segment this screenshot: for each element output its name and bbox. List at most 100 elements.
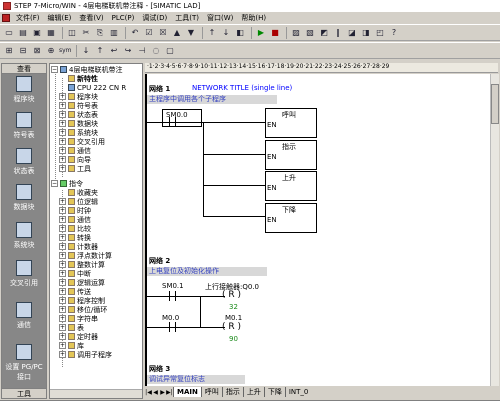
- tab-last-icon[interactable]: ▶|: [166, 389, 173, 396]
- contact-sm0-1-address[interactable]: SM0.1: [162, 282, 184, 290]
- menu-window[interactable]: 窗口(W): [203, 13, 237, 23]
- expand-icon[interactable]: +: [59, 288, 66, 295]
- open-file-icon[interactable]: ▤: [17, 27, 29, 39]
- line-down-icon[interactable]: ↓: [80, 45, 92, 57]
- expand-icon[interactable]: +: [59, 198, 66, 205]
- fbd-view-icon[interactable]: ⊠: [31, 45, 43, 57]
- menu-plc[interactable]: PLC(P): [108, 14, 139, 22]
- expand-icon[interactable]: +: [59, 138, 66, 145]
- expand-icon[interactable]: +: [59, 147, 66, 154]
- editor-vertical-scrollbar[interactable]: [490, 74, 499, 386]
- expand-icon[interactable]: +: [59, 216, 66, 223]
- trend-icon[interactable]: ◩: [318, 27, 330, 39]
- tab-main[interactable]: MAIN: [173, 387, 201, 397]
- status-chart-icon[interactable]: ▧: [304, 27, 316, 39]
- coil-icon[interactable]: ◌: [150, 45, 162, 57]
- undo-icon[interactable]: ↶: [129, 27, 141, 39]
- network-1-title[interactable]: NETWORK TITLE (single line): [192, 84, 292, 92]
- nav-set-pgpc-interface[interactable]: 设置 PG/PC 接口: [2, 344, 46, 382]
- force-icon[interactable]: ◪: [346, 27, 358, 39]
- expand-icon[interactable]: +: [59, 165, 66, 172]
- reset-coil-2[interactable]: ( R ): [222, 322, 241, 332]
- expand-icon[interactable]: +: [59, 111, 66, 118]
- expand-icon[interactable]: +: [59, 93, 66, 100]
- tab-zhishi[interactable]: 指示: [221, 387, 243, 397]
- expand-icon[interactable]: +: [59, 270, 66, 277]
- new-file-icon[interactable]: ▭: [3, 27, 15, 39]
- line-right-icon[interactable]: ↪: [122, 45, 134, 57]
- tree-item-tools[interactable]: + 工具: [59, 164, 91, 173]
- ladder-editor[interactable]: 网络 1 NETWORK TITLE (single line) 主程序中调用各…: [145, 74, 490, 386]
- expand-icon[interactable]: +: [59, 306, 66, 313]
- expand-icon[interactable]: +: [59, 120, 66, 127]
- stl-view-icon[interactable]: ⊟: [17, 45, 29, 57]
- scroll-thumb[interactable]: [491, 84, 499, 124]
- save-icon[interactable]: ▣: [31, 27, 43, 39]
- run-icon[interactable]: ▶: [255, 27, 267, 39]
- tab-next-icon[interactable]: ▶: [159, 389, 166, 396]
- call-box-zhishi[interactable]: 指示 EN: [265, 140, 317, 170]
- expand-icon[interactable]: +: [59, 252, 66, 259]
- app-menu-icon[interactable]: [2, 13, 10, 22]
- tab-prev-icon[interactable]: ◀: [152, 389, 159, 396]
- sort-desc-icon[interactable]: ↓: [220, 27, 232, 39]
- tab-huijiao[interactable]: 呼叫: [200, 387, 222, 397]
- compile-icon[interactable]: ☑: [143, 27, 155, 39]
- zoom-icon[interactable]: ⊕: [45, 45, 57, 57]
- call-box-xiajiang[interactable]: 下降 EN: [265, 203, 317, 233]
- network-3-comment[interactable]: 调试异常复位标志: [147, 375, 245, 384]
- menu-debug[interactable]: 调试(D): [138, 13, 171, 23]
- tab-int0[interactable]: INT_0: [284, 387, 312, 397]
- nav-cross-reference[interactable]: 交叉引用: [2, 260, 46, 288]
- expand-icon[interactable]: +: [59, 207, 66, 214]
- tab-shangsheng[interactable]: 上升: [242, 387, 264, 397]
- line-left-icon[interactable]: ↩: [108, 45, 120, 57]
- compile-all-icon[interactable]: ☒: [157, 27, 169, 39]
- expand-icon[interactable]: +: [59, 225, 66, 232]
- expand-icon[interactable]: +: [59, 315, 66, 322]
- tree-item-whats-new[interactable]: 新特性: [68, 74, 98, 83]
- menu-view[interactable]: 查看(V): [75, 13, 107, 23]
- tree-instr-call-subroutine[interactable]: + 调用子程序: [59, 350, 112, 359]
- box-icon[interactable]: ▢: [164, 45, 176, 57]
- help-icon[interactable]: ?: [388, 27, 400, 39]
- expand-icon[interactable]: +: [59, 243, 66, 250]
- options-icon[interactable]: ◧: [234, 27, 246, 39]
- expand-icon[interactable]: +: [59, 333, 66, 340]
- expand-icon[interactable]: +: [59, 129, 66, 136]
- menu-file[interactable]: 文件(F): [12, 13, 44, 23]
- call-box-shangsheng[interactable]: 上升 EN: [265, 171, 317, 201]
- expand-icon[interactable]: +: [59, 324, 66, 331]
- collapse-icon[interactable]: −: [51, 66, 58, 73]
- expand-icon[interactable]: +: [59, 342, 66, 349]
- network-1-comment[interactable]: 主程序中调用各个子程序: [147, 95, 277, 104]
- copy-icon[interactable]: ⎘: [94, 27, 106, 39]
- ladder-view-icon[interactable]: ⊞: [3, 45, 15, 57]
- reset-coil-1[interactable]: ( R ): [222, 290, 241, 300]
- contact-m0-0-address[interactable]: M0.0: [162, 314, 179, 322]
- expand-icon[interactable]: +: [59, 102, 66, 109]
- nav-data-block[interactable]: 数据块: [2, 184, 46, 212]
- menu-tools[interactable]: 工具(T): [171, 13, 203, 23]
- expand-icon[interactable]: +: [59, 279, 66, 286]
- collapse-icon[interactable]: −: [51, 180, 58, 187]
- nav-program-block[interactable]: 程序块: [2, 76, 46, 104]
- cut-icon[interactable]: ✂: [80, 27, 92, 39]
- contact-icon[interactable]: ⊣: [136, 45, 148, 57]
- menu-edit[interactable]: 编辑(E): [44, 13, 76, 23]
- paste-icon[interactable]: ▥: [108, 27, 120, 39]
- output-window[interactable]: [0, 400, 500, 414]
- program-status-icon[interactable]: ▨: [290, 27, 302, 39]
- line-up-icon[interactable]: ↑: [94, 45, 106, 57]
- sort-asc-icon[interactable]: ↑: [206, 27, 218, 39]
- expand-icon[interactable]: +: [59, 261, 66, 268]
- nav-communications[interactable]: 通信: [2, 302, 46, 330]
- network-2-comment[interactable]: 上电复位及初始化操作: [147, 267, 267, 276]
- symbol-icon[interactable]: sym: [59, 45, 72, 57]
- expand-icon[interactable]: +: [59, 234, 66, 241]
- print-preview-icon[interactable]: ◫: [66, 27, 78, 39]
- tab-xiajiang[interactable]: 下降: [263, 387, 285, 397]
- expand-icon[interactable]: +: [59, 297, 66, 304]
- expand-icon[interactable]: +: [59, 156, 66, 163]
- menu-help[interactable]: 帮助(H): [237, 13, 270, 23]
